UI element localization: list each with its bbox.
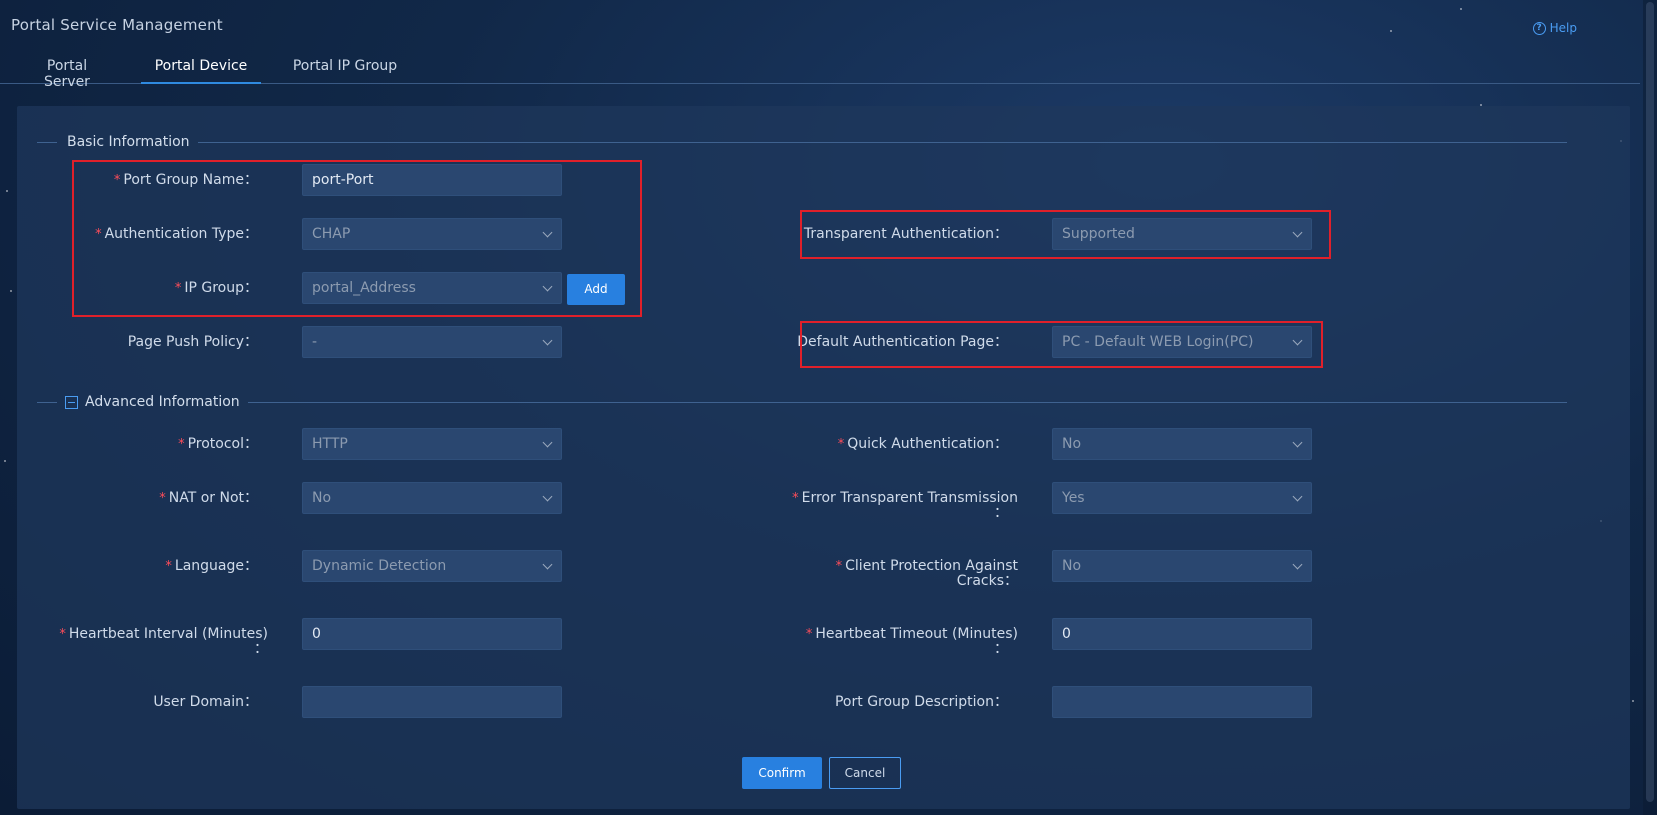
user-domain-label: User Domain： <box>153 694 258 710</box>
transparent-auth-select[interactable]: Supported <box>1052 218 1312 250</box>
user-domain-input[interactable] <box>302 686 562 718</box>
client-protection-label: * Client Protection Against Cracks： <box>835 558 1018 589</box>
page-push-policy-select[interactable]: - <box>302 326 562 358</box>
error-transparent-label: * Error Transparent Transmission： <box>792 490 1018 521</box>
protocol-select[interactable]: HTTP <box>302 428 562 460</box>
auth-type-select[interactable]: CHAP <box>302 218 562 250</box>
tab-portal-ip-group[interactable]: Portal IP Group <box>292 58 398 84</box>
chevron-down-icon <box>1292 491 1303 502</box>
tab-portal-device[interactable]: Portal Device <box>141 58 261 84</box>
port-group-desc-label: Port Group Description： <box>834 694 1008 710</box>
add-ip-group-button[interactable]: Add <box>567 274 625 305</box>
help-icon: ? <box>1532 21 1546 35</box>
confirm-button[interactable]: Confirm <box>742 757 822 789</box>
nat-label: * NAT or Not： <box>159 490 258 507</box>
default-auth-page-label: Default Authentication Page： <box>797 334 1008 350</box>
language-select[interactable]: Dynamic Detection <box>302 550 562 582</box>
chevron-down-icon <box>542 437 553 448</box>
language-label: * Language： <box>165 558 258 575</box>
chevron-down-icon <box>1292 227 1303 238</box>
chevron-down-icon <box>542 281 553 292</box>
quick-auth-label: * Quick Authentication： <box>837 436 1008 453</box>
chevron-down-icon <box>542 559 553 570</box>
chevron-down-icon <box>542 227 553 238</box>
chevron-down-icon <box>1292 559 1303 570</box>
tab-portal-server[interactable]: Portal Server <box>22 58 112 90</box>
client-protection-select[interactable]: No <box>1052 550 1312 582</box>
page-title: Portal Service Management <box>11 16 223 34</box>
heartbeat-interval-input[interactable]: 0 <box>302 618 562 650</box>
port-group-name-label: * Port Group Name： <box>113 172 258 189</box>
page-push-policy-label: Page Push Policy： <box>127 334 258 350</box>
port-group-name-input[interactable]: port-Port <box>302 164 562 196</box>
chevron-down-icon <box>1292 335 1303 346</box>
basic-info-title: Basic Information <box>67 134 190 150</box>
port-group-desc-input[interactable] <box>1052 686 1312 718</box>
cancel-button[interactable]: Cancel <box>829 757 901 789</box>
heartbeat-interval-label: * Heartbeat Interval (Minutes)： <box>59 626 268 657</box>
nat-select[interactable]: No <box>302 482 562 514</box>
scrollbar-thumb[interactable] <box>1646 2 1654 802</box>
auth-type-label: * Authentication Type： <box>95 226 258 243</box>
ip-group-select[interactable]: portal_Address <box>302 272 562 304</box>
advanced-info-section-header: Advanced Information <box>37 392 1567 412</box>
transparent-auth-label: Transparent Authentication： <box>803 226 1008 242</box>
quick-auth-select[interactable]: No <box>1052 428 1312 460</box>
scrollbar-track[interactable] <box>1643 0 1657 815</box>
default-auth-page-select[interactable]: PC - Default WEB Login(PC) <box>1052 326 1312 358</box>
ip-group-label: * IP Group： <box>174 280 258 297</box>
chevron-down-icon <box>542 335 553 346</box>
chevron-down-icon <box>1292 437 1303 448</box>
tab-bar: Portal Server Portal Device Portal IP Gr… <box>0 52 1640 90</box>
chevron-down-icon <box>542 491 553 502</box>
help-label: Help <box>1549 21 1577 35</box>
collapse-icon[interactable] <box>65 395 78 409</box>
advanced-info-title: Advanced Information <box>85 394 240 410</box>
help-link[interactable]: ? Help <box>1532 21 1577 35</box>
error-transparent-select[interactable]: Yes <box>1052 482 1312 514</box>
heartbeat-timeout-input[interactable]: 0 <box>1052 618 1312 650</box>
heartbeat-timeout-label: * Heartbeat Timeout (Minutes)： <box>805 626 1018 657</box>
basic-info-section-header: Basic Information <box>37 132 1567 152</box>
protocol-label: * Protocol： <box>178 436 258 453</box>
